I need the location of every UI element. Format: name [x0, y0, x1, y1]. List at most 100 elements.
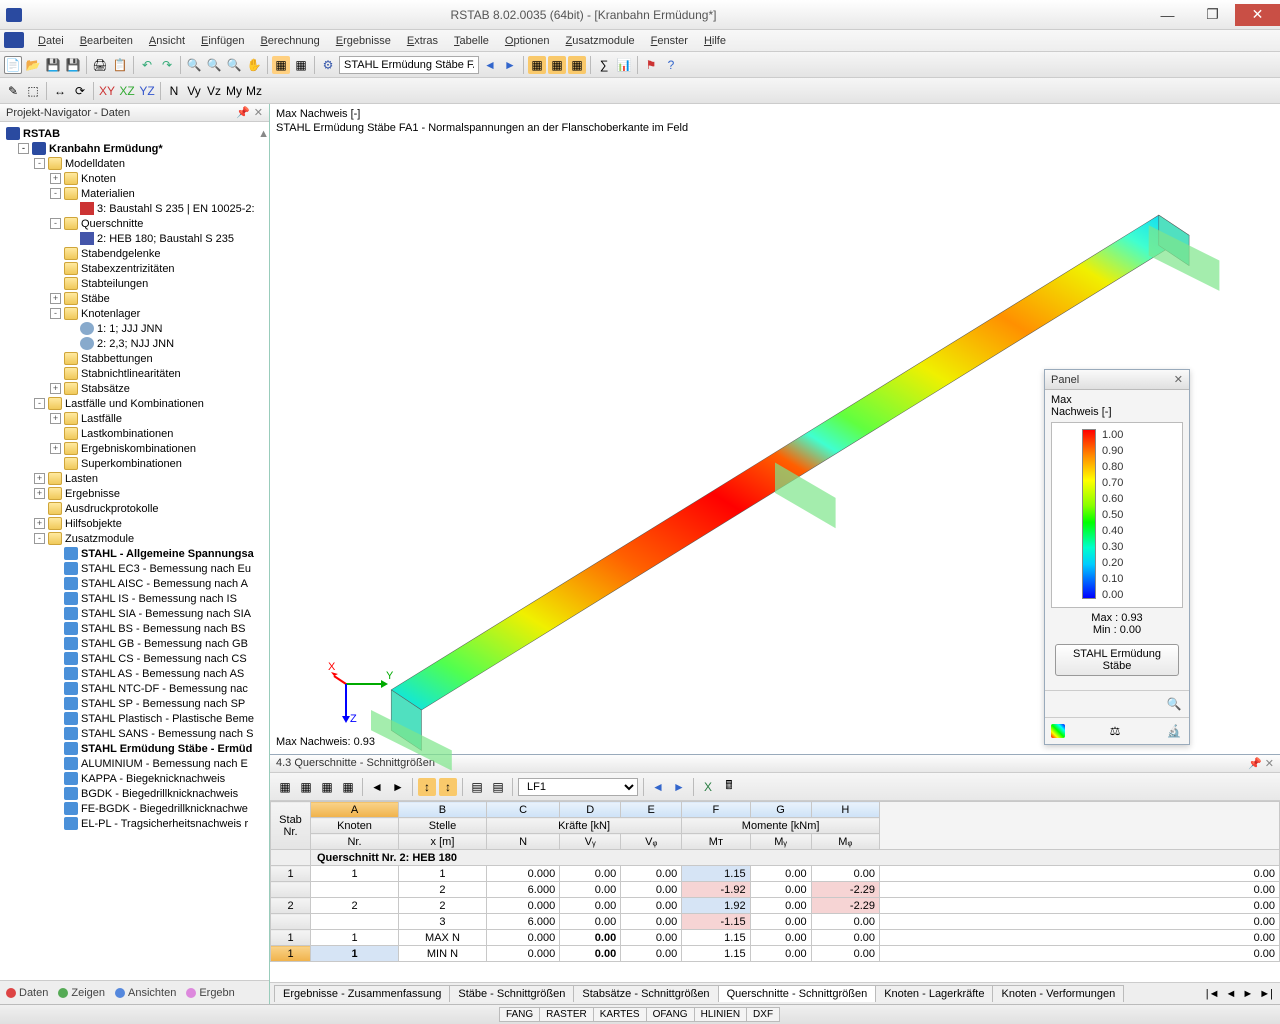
table-row[interactable]: 11MAX N0.0000.000.001.150.000.000.00: [271, 930, 1280, 946]
status-dxf[interactable]: DXF: [746, 1007, 780, 1022]
display-icon[interactable]: ▦: [292, 56, 310, 74]
table-row[interactable]: 26.0000.000.00-1.920.00-2.290.00: [271, 882, 1280, 898]
tree-item[interactable]: STAHL Ermüdung Stäbe - Ermüd: [0, 741, 269, 756]
nav-tab-ergebn[interactable]: Ergebn: [186, 987, 234, 999]
rotate-icon[interactable]: ⟳: [71, 82, 89, 100]
tree-item[interactable]: -Modelldaten: [0, 156, 269, 171]
tree-item[interactable]: +Ergebnisse: [0, 486, 269, 501]
tree-item[interactable]: 1: 1; JJJ JNN: [0, 321, 269, 336]
table-tab[interactable]: Ergebnisse - Zusammenfassung: [274, 985, 450, 1002]
status-ofang[interactable]: OFANG: [646, 1007, 695, 1022]
opt2-icon[interactable]: ▦: [548, 56, 566, 74]
tree-item[interactable]: -Materialien: [0, 186, 269, 201]
panel-module-button[interactable]: STAHL Ermüdung Stäbe: [1055, 644, 1179, 676]
tree-item[interactable]: Superkombinationen: [0, 456, 269, 471]
menu-berechnung[interactable]: Berechnung: [252, 33, 327, 49]
tree-item[interactable]: KAPPA - Biegeknicknachweis: [0, 771, 269, 786]
tree-item[interactable]: +Lasten: [0, 471, 269, 486]
panel-palette-icon[interactable]: [1051, 724, 1065, 738]
panel-header[interactable]: Panel ✕: [1045, 370, 1189, 390]
module-run-icon[interactable]: ⚙: [319, 56, 337, 74]
tree-item[interactable]: +Stabsätze: [0, 381, 269, 396]
tree-item[interactable]: STAHL SIA - Bemessung nach SIA: [0, 606, 269, 621]
table-tab[interactable]: Knoten - Verformungen: [992, 985, 1124, 1002]
minimize-button[interactable]: —: [1145, 4, 1190, 26]
panel-zoom-icon[interactable]: 🔍: [1165, 695, 1183, 713]
table-row[interactable]: 36.0000.000.00-1.150.000.000.00: [271, 914, 1280, 930]
menu-optionen[interactable]: Optionen: [497, 33, 558, 49]
prev-icon[interactable]: ◄: [481, 56, 499, 74]
opt1-icon[interactable]: ▦: [528, 56, 546, 74]
save-icon[interactable]: 💾: [44, 56, 62, 74]
nav-tab-daten[interactable]: Daten: [6, 987, 48, 999]
table-row[interactable]: 1110.0000.000.001.150.000.000.00: [271, 866, 1280, 882]
tree-item[interactable]: Stabbettungen: [0, 351, 269, 366]
my-icon[interactable]: My: [225, 82, 243, 100]
status-fang[interactable]: FANG: [499, 1007, 540, 1022]
tree-item[interactable]: STAHL SP - Bemessung nach SP: [0, 696, 269, 711]
tree-item[interactable]: Lastkombinationen: [0, 426, 269, 441]
maximize-button[interactable]: ❐: [1190, 4, 1235, 26]
tree-item[interactable]: FE-BGDK - Biegedrillknicknachwe: [0, 801, 269, 816]
nav-tab-zeigen[interactable]: Zeigen: [58, 987, 105, 999]
tree-item[interactable]: -Kranbahn Ermüdung*: [0, 141, 269, 156]
menu-ansicht[interactable]: Ansicht: [141, 33, 193, 49]
viewport-3d[interactable]: Max Nachweis [-] STAHL Ermüdung Stäbe FA…: [270, 104, 1280, 754]
menu-hilfe[interactable]: Hilfe: [696, 33, 734, 49]
tree-item[interactable]: +Hilfsobjekte: [0, 516, 269, 531]
table-tab[interactable]: Knoten - Lagerkräfte: [875, 985, 993, 1002]
tree-root[interactable]: RSTAB ▲: [0, 126, 269, 141]
opt3-icon[interactable]: ▦: [568, 56, 586, 74]
help2-icon[interactable]: ?: [662, 56, 680, 74]
table-row[interactable]: 11MIN N0.0000.000.001.150.000.000.00: [271, 946, 1280, 962]
tree-item[interactable]: STAHL - Allgemeine Spannungsa: [0, 546, 269, 561]
tree-item[interactable]: STAHL IS - Bemessung nach IS: [0, 591, 269, 606]
status-hlinien[interactable]: HLINIEN: [694, 1007, 747, 1022]
new-icon[interactable]: 📄: [4, 56, 22, 74]
tree-item[interactable]: Stabendgelenke: [0, 246, 269, 261]
tree-item[interactable]: Ausdruckprotokolle: [0, 501, 269, 516]
menu-zusatzmodule[interactable]: Zusatzmodule: [558, 33, 643, 49]
panel-microscope-icon[interactable]: 🔬: [1165, 722, 1183, 740]
select-icon[interactable]: ⬚: [24, 82, 42, 100]
navigator-tree[interactable]: RSTAB ▲ -Kranbahn Ermüdung*-Modelldaten+…: [0, 122, 269, 980]
tree-item[interactable]: 3: Baustahl S 235 | EN 10025-2:: [0, 201, 269, 216]
pin-icon[interactable]: 📌: [236, 106, 250, 119]
close-panel-icon[interactable]: ✕: [254, 106, 263, 119]
render-icon[interactable]: ▦: [272, 56, 290, 74]
tree-item[interactable]: STAHL GB - Bemessung nach GB: [0, 636, 269, 651]
edit-icon[interactable]: ✎: [4, 82, 22, 100]
nav-tab-ansichten[interactable]: Ansichten: [115, 987, 176, 999]
redo-icon[interactable]: ↷: [158, 56, 176, 74]
saveall-icon[interactable]: 💾: [64, 56, 82, 74]
results-panel[interactable]: Panel ✕ Max Nachweis [-] 1.000.900.800.7…: [1044, 369, 1190, 745]
tree-item[interactable]: BGDK - Biegedrillknicknachweis: [0, 786, 269, 801]
vy-icon[interactable]: Vy: [185, 82, 203, 100]
vz-icon[interactable]: Vz: [205, 82, 223, 100]
menu-einfügen[interactable]: Einfügen: [193, 33, 252, 49]
table-tab[interactable]: Stäbe - Schnittgrößen: [449, 985, 574, 1002]
move-icon[interactable]: ↔: [51, 82, 69, 100]
panel-balance-icon[interactable]: ⚖: [1106, 722, 1124, 740]
next-icon[interactable]: ►: [501, 56, 519, 74]
tree-item[interactable]: STAHL AS - Bemessung nach AS: [0, 666, 269, 681]
tree-item[interactable]: -Querschnitte: [0, 216, 269, 231]
calc-icon[interactable]: ∑: [595, 56, 613, 74]
menu-fenster[interactable]: Fenster: [643, 33, 696, 49]
tree-item[interactable]: +Ergebniskombinationen: [0, 441, 269, 456]
tree-item[interactable]: STAHL EC3 - Bemessung nach Eu: [0, 561, 269, 576]
menu-bearbeiten[interactable]: Bearbeiten: [72, 33, 141, 49]
panel-close-icon[interactable]: ✕: [1174, 373, 1183, 386]
table-tab[interactable]: Querschnitte - Schnittgrößen: [718, 985, 877, 1002]
menu-ergebnisse[interactable]: Ergebnisse: [328, 33, 399, 49]
print-icon[interactable]: 🖨: [91, 56, 109, 74]
xz-icon[interactable]: XZ: [118, 82, 136, 100]
table-tab[interactable]: Stabsätze - Schnittgrößen: [573, 985, 718, 1002]
printpreview-icon[interactable]: 📋: [111, 56, 129, 74]
tree-item[interactable]: 2: 2,3; NJJ JNN: [0, 336, 269, 351]
status-raster[interactable]: RASTER: [539, 1007, 594, 1022]
tree-item[interactable]: +Knoten: [0, 171, 269, 186]
tree-item[interactable]: STAHL BS - Bemessung nach BS: [0, 621, 269, 636]
close-button[interactable]: ✕: [1235, 4, 1280, 26]
tree-item[interactable]: Stabteilungen: [0, 276, 269, 291]
